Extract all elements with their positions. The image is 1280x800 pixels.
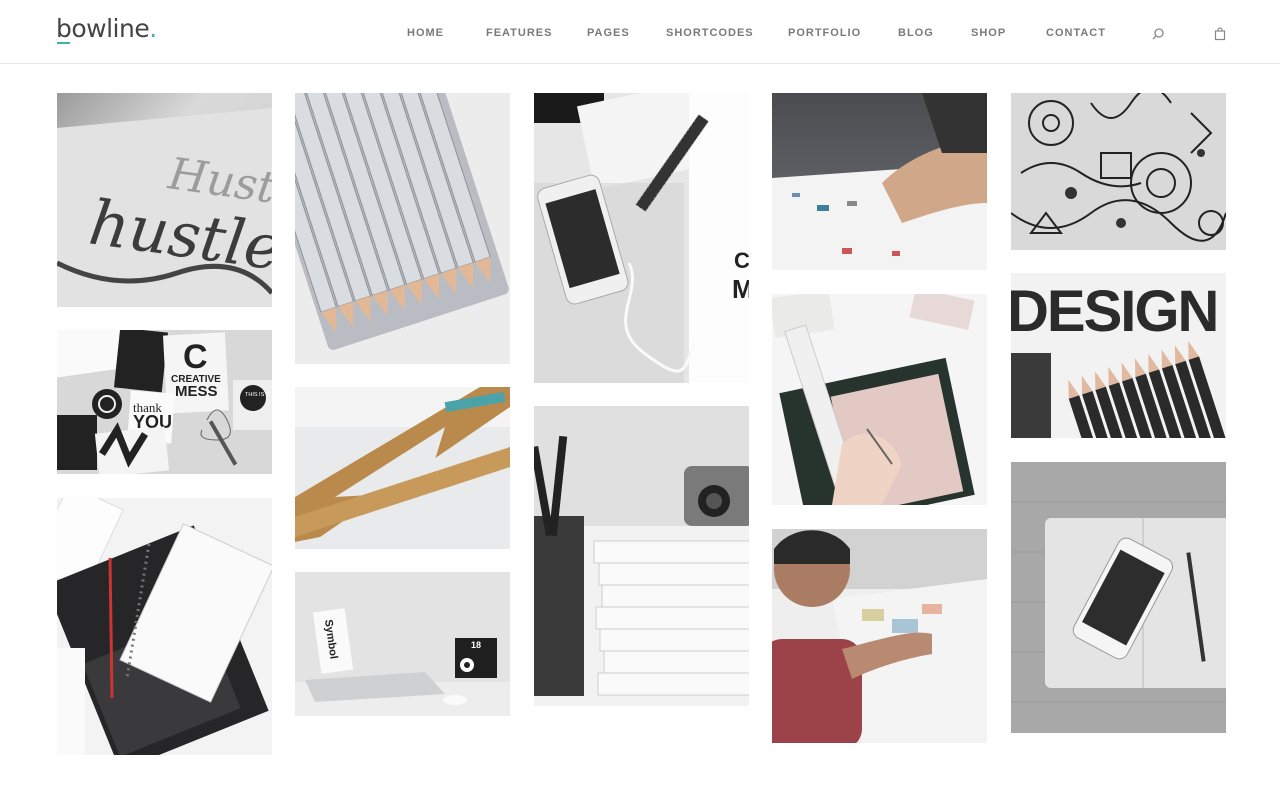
- nav-item-pages[interactable]: PAGES: [587, 27, 630, 39]
- brand-logo-underline: [57, 42, 70, 44]
- site-header: bowline. HOME FEATURES PAGES SHORTCODES …: [0, 0, 1280, 64]
- svg-text:THIS IS IT: THIS IS IT: [245, 392, 271, 398]
- portfolio-image-phone-desk[interactable]: C M: [534, 93, 749, 383]
- brand-dot: .: [149, 14, 157, 43]
- nav-item-portfolio[interactable]: PORTFOLIO: [788, 27, 861, 39]
- portfolio-image-man-working[interactable]: [772, 529, 987, 743]
- nav-item-blog[interactable]: BLOG: [898, 27, 934, 39]
- nav-item-home[interactable]: HOME: [407, 27, 444, 39]
- svg-text:C: C: [183, 338, 208, 376]
- svg-text:MESS: MESS: [175, 383, 218, 400]
- portfolio-image-design-pencils[interactable]: DESIGN: [1011, 273, 1226, 438]
- search-icon[interactable]: [1151, 27, 1165, 41]
- brand-name: bowline: [56, 14, 150, 43]
- portfolio-image-hands-paper[interactable]: [772, 93, 987, 270]
- portfolio-image-laptop-desk[interactable]: Symbol 18: [295, 572, 510, 716]
- portfolio-image-doodle-art[interactable]: [1011, 93, 1226, 250]
- portfolio-image-creative-mess[interactable]: C CREATIVE MESS thank YOU THIS IS IT: [57, 330, 272, 474]
- svg-text:DESIGN: DESIGN: [1011, 279, 1217, 344]
- nav-item-contact[interactable]: CONTACT: [1046, 27, 1106, 39]
- portfolio-image-book-stack[interactable]: [534, 406, 749, 706]
- brand-logo[interactable]: bowline.: [56, 14, 157, 43]
- nav-item-features[interactable]: FEATURES: [486, 27, 552, 39]
- shopping-bag-icon[interactable]: [1213, 27, 1227, 41]
- portfolio-image-notebook-pen[interactable]: [57, 498, 272, 755]
- portfolio-image-phone-notebook[interactable]: [1011, 462, 1226, 733]
- portfolio-image-colored-pencils[interactable]: [295, 93, 510, 364]
- svg-text:C: C: [734, 248, 749, 273]
- svg-text:M: M: [732, 274, 749, 304]
- svg-text:18: 18: [471, 640, 481, 650]
- nav-item-shop[interactable]: SHOP: [971, 27, 1006, 39]
- nav-item-shortcodes[interactable]: SHORTCODES: [666, 27, 754, 39]
- portfolio-image-hustle-lettering[interactable]: Hustle hustle: [57, 93, 272, 307]
- portfolio-image-wooden-triangle[interactable]: [295, 387, 510, 549]
- portfolio-image-cutting-mat[interactable]: [772, 294, 987, 505]
